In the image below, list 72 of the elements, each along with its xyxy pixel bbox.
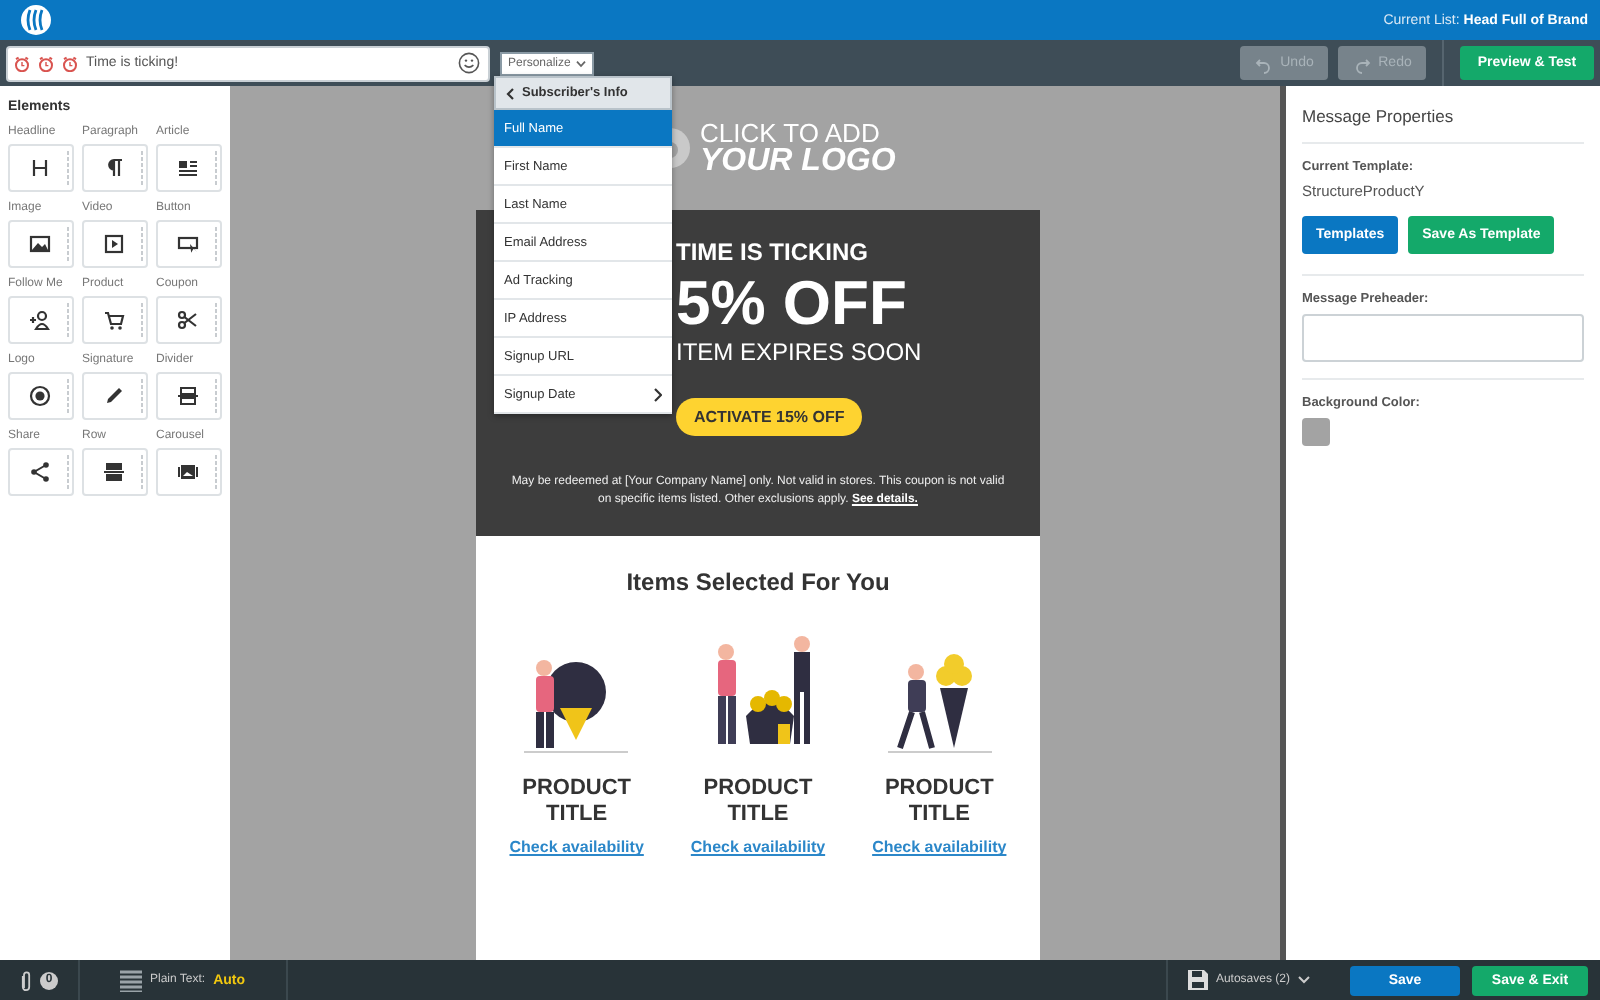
alarm-clock-icon <box>62 55 78 71</box>
drag-handle[interactable] <box>214 226 218 262</box>
drag-handle[interactable] <box>66 378 70 414</box>
section-title: Items Selected For You <box>626 567 890 596</box>
product-title: PRODUCT TITLE <box>701 775 815 831</box>
alarm-clock-icon <box>38 55 54 71</box>
article-icon <box>176 156 200 180</box>
element-tile[interactable] <box>82 220 148 268</box>
activate-button[interactable]: ACTIVATE 15% OFF <box>676 398 863 437</box>
drag-handle[interactable] <box>140 454 144 490</box>
element-tile[interactable] <box>82 448 148 496</box>
banner-eyebrow: TIME IS TICKING <box>676 238 870 266</box>
button-cursor-icon <box>176 232 200 256</box>
element-tile[interactable] <box>8 220 74 268</box>
paperclip-icon[interactable] <box>20 969 32 991</box>
submenu-chevron-icon <box>654 387 662 401</box>
carousel-icon <box>176 460 200 484</box>
element-tile[interactable] <box>156 144 222 192</box>
drag-handle[interactable] <box>140 226 144 262</box>
element-tile[interactable] <box>156 220 222 268</box>
cart-icon <box>102 308 126 332</box>
scissors-icon <box>176 308 200 332</box>
check-availability-link[interactable]: Check availability <box>690 838 826 857</box>
video-play-icon <box>102 232 126 256</box>
panel-title: Message Properties <box>1302 106 1456 126</box>
drag-handle[interactable] <box>140 302 144 338</box>
drag-handle[interactable] <box>214 454 218 490</box>
scrollbar[interactable] <box>1280 86 1286 960</box>
caret-icon <box>1298 976 1310 984</box>
element-tile[interactable] <box>8 296 74 344</box>
check-availability-link[interactable]: Check availability <box>509 838 644 857</box>
element-tile[interactable] <box>8 372 74 420</box>
drag-handle[interactable] <box>214 378 218 414</box>
alarm-clock-icon <box>14 55 30 71</box>
drag-handle[interactable] <box>214 150 218 186</box>
star-circle-icon <box>28 384 52 408</box>
element-tile[interactable] <box>8 144 74 192</box>
redo-icon <box>1352 53 1373 73</box>
color-swatch[interactable] <box>1302 418 1330 446</box>
row-icon <box>102 460 126 484</box>
drag-handle[interactable] <box>66 226 70 262</box>
product-title: PRODUCT TITLE <box>520 775 634 831</box>
text-lines-icon <box>120 969 142 991</box>
drag-handle[interactable] <box>140 378 144 414</box>
element-tile[interactable] <box>156 296 222 344</box>
heading-icon <box>28 156 52 180</box>
element-tile[interactable] <box>82 144 148 192</box>
element-tile[interactable] <box>82 372 148 420</box>
product-title: PRODUCT TITLE <box>882 775 996 831</box>
element-tile[interactable] <box>156 448 222 496</box>
smiley-icon[interactable] <box>458 52 480 74</box>
check-availability-link[interactable]: Check availability <box>872 838 1007 857</box>
back-chevron-icon <box>506 87 514 99</box>
drag-handle[interactable] <box>66 454 70 490</box>
pen-icon <box>102 384 126 408</box>
preheader-input[interactable] <box>1302 314 1584 362</box>
paragraph-icon <box>102 156 126 180</box>
image-icon <box>28 232 52 256</box>
undo-icon <box>1254 53 1275 73</box>
drag-handle[interactable] <box>66 302 70 338</box>
caret-icon <box>576 59 587 67</box>
element-tile[interactable] <box>156 372 222 420</box>
element-tile[interactable] <box>8 448 74 496</box>
drag-handle[interactable] <box>66 150 70 186</box>
add-user-icon <box>28 308 52 332</box>
banner-subline: ITEM EXPIRES SOON <box>676 338 924 367</box>
drag-handle[interactable] <box>140 150 144 186</box>
element-tile[interactable] <box>82 296 148 344</box>
share-icon <box>28 460 52 484</box>
banner-headline: 5% OFF <box>676 270 909 339</box>
drag-handle[interactable] <box>214 302 218 338</box>
divider-icon <box>176 384 200 408</box>
